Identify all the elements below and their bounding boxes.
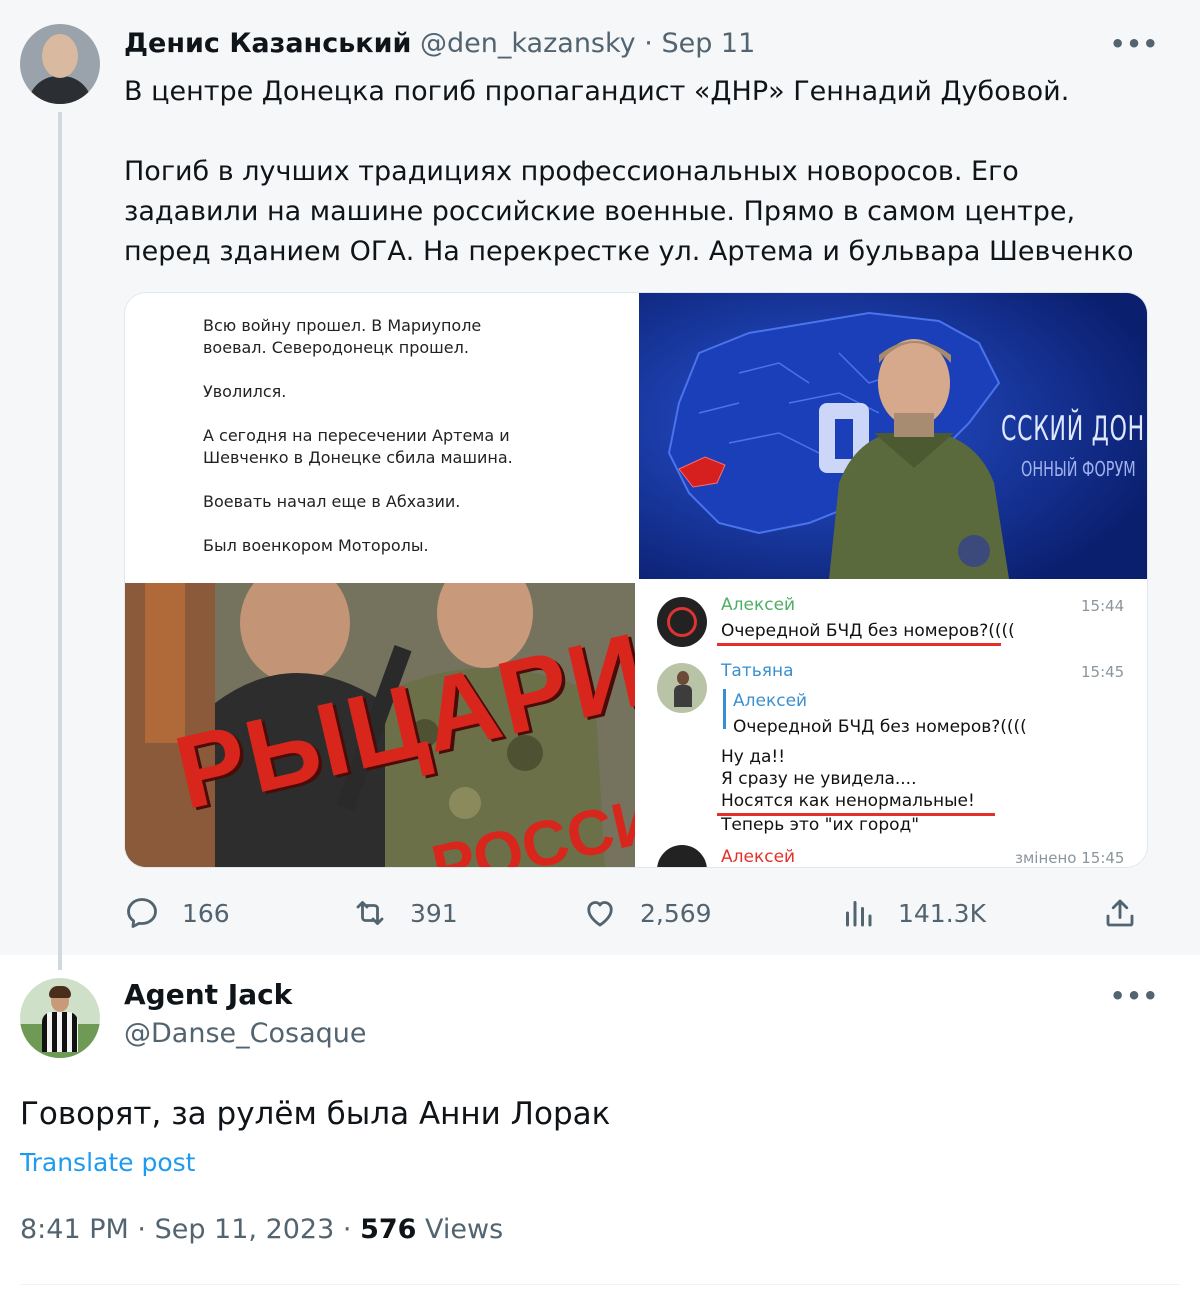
reply-author-handle[interactable]: @Danse_Cosaque xyxy=(124,1018,366,1049)
chat-message-line: Ну да!! xyxy=(721,747,786,767)
views-number: 576 xyxy=(360,1214,417,1245)
meta-separator: · xyxy=(342,1214,352,1245)
chat-avatar xyxy=(657,597,707,647)
like-button[interactable]: 2,569 xyxy=(582,888,712,938)
analytics-bar-icon xyxy=(846,901,872,927)
thread-connector-line xyxy=(58,112,62,970)
tweet-action-bar: 166 391 2,569 141.3K xyxy=(124,888,1148,938)
media-text-screenshot[interactable]: Всю войну прошел. В Мариуполе воевал. Се… xyxy=(125,293,635,579)
chat-timestamp: змінено 15:45 xyxy=(1015,849,1125,867)
reply-author-name[interactable]: Agent Jack xyxy=(124,978,292,1011)
avatar-figure-body xyxy=(28,76,92,104)
media-chat-screenshot[interactable]: Алексей 15:44 Очередной БЧД без номеров?… xyxy=(639,583,1147,867)
reply-button[interactable]: 166 xyxy=(124,888,230,938)
reply-count: 166 xyxy=(182,898,230,928)
chat-quote-bar xyxy=(723,689,726,729)
views-count: 141.3K xyxy=(898,898,986,928)
author-avatar[interactable] xyxy=(20,24,100,104)
quoted-tweet[interactable]: Денис Казанський @den_kazansky · Sep 11 … xyxy=(0,0,1200,970)
avatar-figure-hair xyxy=(49,986,71,998)
post-date[interactable]: Sep 11, 2023 xyxy=(155,1214,335,1245)
avatar-figure-face xyxy=(42,34,78,78)
chat-timestamp: 15:45 xyxy=(1081,663,1125,681)
chat-quoted-text: Очередной БЧД без номеров?(((( xyxy=(733,717,1027,737)
tweet-metadata: 8:41 PM · Sep 11, 2023 · 576 Views xyxy=(20,1214,503,1245)
tweet-header: Денис Казанський @den_kazansky · Sep 11 xyxy=(124,28,755,59)
post-time[interactable]: 8:41 PM xyxy=(20,1214,129,1245)
views-label: Views xyxy=(425,1214,504,1245)
screenshot-line: Всю войну прошел. В Мариуполе воевал. Се… xyxy=(203,316,482,357)
reply-icon xyxy=(127,898,157,928)
avatar-striped-shirt xyxy=(42,1012,78,1052)
author-name[interactable]: Денис Казанський xyxy=(124,28,411,59)
photo-banner-text: ССКИЙ ДОНБАСС xyxy=(1001,409,1147,449)
photo-banner-subtext: ОННЫЙ ФОРУМ xyxy=(1021,457,1136,481)
repost-button[interactable]: 391 xyxy=(352,888,458,938)
screenshot-line: Был военкором Моторолы. xyxy=(203,536,429,555)
screenshot-line: А сегодня на пересечении Артема и Шевчен… xyxy=(203,426,513,467)
author-handle[interactable]: @den_kazansky xyxy=(420,28,636,59)
red-underline xyxy=(717,643,1001,646)
screenshot-text: Всю войну прошел. В Мариуполе воевал. Се… xyxy=(203,315,513,579)
tweet-text-paragraph: Погиб в лучших традициях профессиональны… xyxy=(124,156,1134,267)
reply-tweet-text: Говорят, за рулём была Анни Лорак xyxy=(20,1096,611,1132)
screenshot-line: Уволился. xyxy=(203,382,287,401)
media-book-cover[interactable]: РЫЦАРИ РОССИИ xyxy=(125,583,635,867)
translate-post-link[interactable]: Translate post xyxy=(20,1148,195,1177)
repost-icon xyxy=(356,901,384,925)
tweet-text: В центре Донецка погиб пропагандист «ДНР… xyxy=(124,72,1154,272)
header-separator: · xyxy=(644,28,653,59)
screenshot-line: Воевать начал еще в Абхазии. xyxy=(203,492,461,511)
share-icon xyxy=(1106,899,1134,927)
chat-avatar xyxy=(657,845,707,867)
chat-avatar xyxy=(657,663,707,713)
chat-timestamp: 15:44 xyxy=(1081,597,1125,615)
views-button[interactable]: 141.3K xyxy=(840,888,986,938)
divider xyxy=(20,1284,1180,1285)
chat-message-line: Я сразу не увидела.... xyxy=(721,769,917,789)
chat-sender-name: Алексей xyxy=(721,595,796,615)
heart-icon xyxy=(587,901,613,927)
chat-sender-name: Алексей xyxy=(721,847,796,867)
more-options-button[interactable]: ••• xyxy=(1110,984,1158,1008)
chat-sender-name: Татьяна xyxy=(721,661,794,681)
chat-quoted-name: Алексей xyxy=(733,691,808,711)
tweet-date[interactable]: Sep 11 xyxy=(661,28,755,59)
media-photo-map[interactable]: ССКИЙ ДОНБАСС ОННЫЙ ФОРУМ xyxy=(639,293,1147,579)
repost-count: 391 xyxy=(410,898,458,928)
like-count: 2,569 xyxy=(640,898,712,928)
chat-message-text: Очередной БЧД без номеров?(((( xyxy=(721,621,1015,641)
chat-message-line: Теперь это "их город" xyxy=(721,815,920,835)
reply-author-avatar[interactable] xyxy=(20,978,100,1058)
more-options-button[interactable]: ••• xyxy=(1110,32,1158,56)
meta-separator: · xyxy=(137,1214,146,1245)
share-button[interactable] xyxy=(1102,888,1138,938)
chat-message-line: Носятся как ненормальные! xyxy=(721,791,975,811)
tweet-text-paragraph: В центре Донецка погиб пропагандист «ДНР… xyxy=(124,76,1070,107)
media-grid: Всю войну прошел. В Мариуполе воевал. Се… xyxy=(124,292,1148,868)
